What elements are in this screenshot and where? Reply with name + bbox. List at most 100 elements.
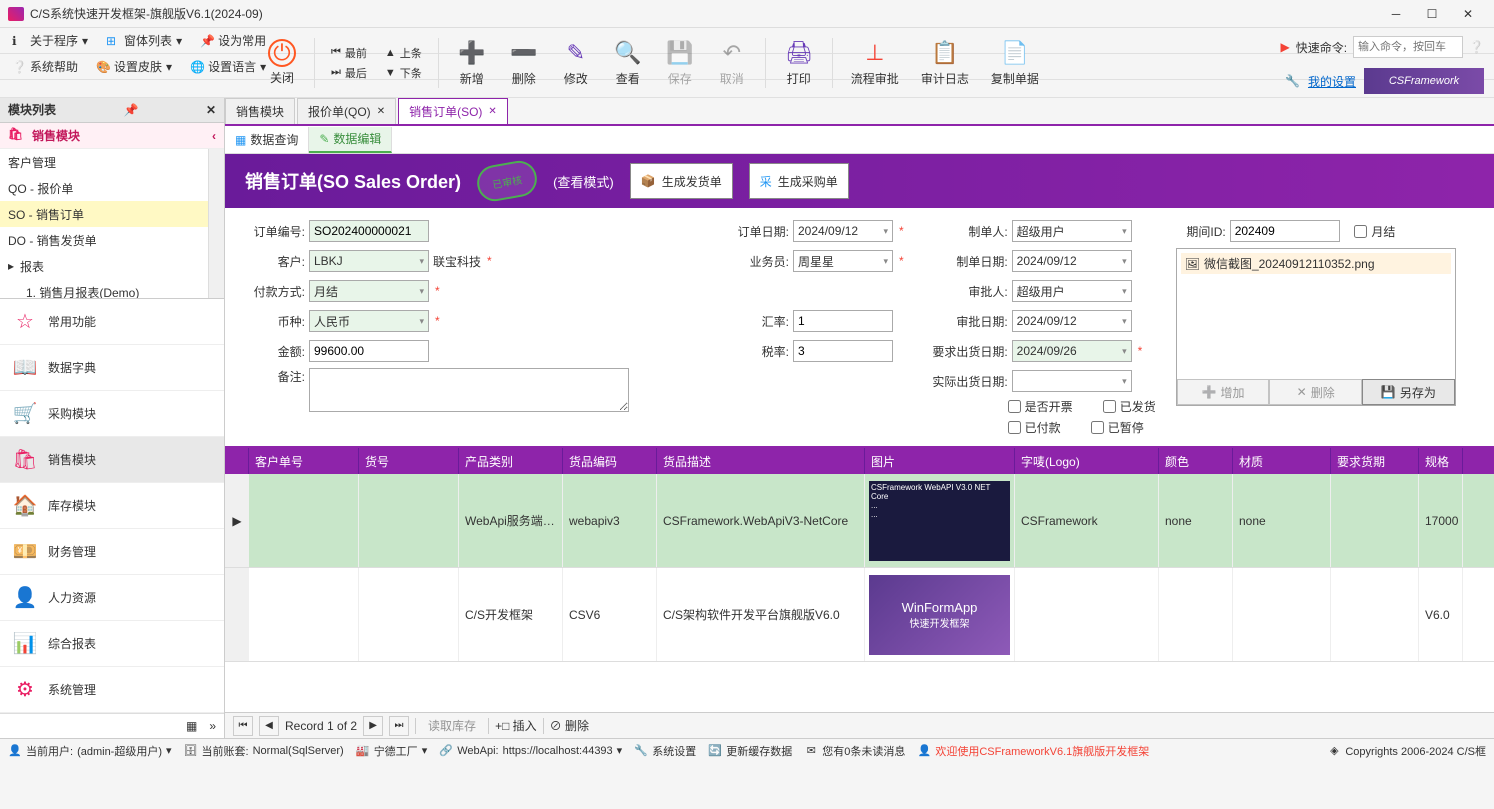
document-tab[interactable]: 报价单(QO)✕ [297, 98, 396, 124]
tree-item[interactable]: 1. 销售月报表(Demo) [0, 279, 224, 299]
nav-next-button[interactable]: ▶ [363, 716, 383, 736]
delete-button[interactable]: ➖删除 [501, 34, 547, 91]
customer-select[interactable]: LBKJ▾ [309, 250, 429, 272]
amount-input[interactable] [309, 340, 429, 362]
chevron-left-icon[interactable]: ‹ [212, 129, 216, 143]
nav-last-button[interactable]: ⏭ [389, 716, 409, 736]
paid-checkbox[interactable]: 已付款 [1008, 419, 1061, 436]
module-button[interactable]: 💴财务管理 [0, 529, 224, 575]
sales-select[interactable]: 周星星▾ [793, 250, 893, 272]
close-icon[interactable]: ✕ [206, 103, 216, 117]
approve-button[interactable]: ⊥流程审批 [843, 34, 907, 91]
module-tree: 客户管理QO - 报价单SO - 销售订单DO - 销售发货单▸ 报表1. 销售… [0, 149, 224, 299]
factory-icon: 🏭 [356, 744, 370, 758]
tree-item[interactable]: ▸ 报表 [0, 253, 224, 279]
module-button[interactable]: 📖数据字典 [0, 345, 224, 391]
tab-close-icon[interactable]: ✕ [377, 106, 385, 117]
youtube-icon[interactable]: ▶ [1280, 40, 1289, 54]
add-button[interactable]: ➕新增 [449, 34, 495, 91]
module-button[interactable]: ⚙系统管理 [0, 667, 224, 713]
prev-record-button[interactable]: ▲ 上条 [385, 45, 422, 61]
read-stock-button[interactable]: 读取库存 [422, 715, 482, 736]
monthly-checkbox[interactable]: 月结 [1354, 223, 1395, 240]
copy-button[interactable]: 📄复制单据 [983, 34, 1047, 91]
attachment-item[interactable]: 🖼微信截图_20240912110352.png [1181, 253, 1451, 274]
nav-prev-button[interactable]: ◀ [259, 716, 279, 736]
nav-first-button[interactable]: ⏮ [233, 716, 253, 736]
order-date-input[interactable]: 2024/09/12▾ [793, 220, 893, 242]
view-button[interactable]: 🔍查看 [605, 34, 651, 91]
order-no-input[interactable] [309, 220, 429, 242]
quickcmd-input[interactable] [1353, 36, 1463, 58]
create-date-input[interactable]: 2024/09/12▾ [1012, 250, 1132, 272]
grid-icon[interactable]: ▦ [186, 719, 197, 733]
last-record-button[interactable]: ⏭ 最后 [331, 65, 367, 81]
paymethod-select[interactable]: 月结▾ [309, 280, 429, 302]
actual-ship-input[interactable]: ▾ [1012, 370, 1132, 392]
tree-item[interactable]: QO - 报价单 [0, 175, 224, 201]
log-icon: 📋 [930, 38, 960, 68]
close-window-button[interactable]: ✕ [1450, 2, 1486, 26]
period-input[interactable] [1230, 220, 1340, 242]
delete-row-button[interactable]: ⊘ 删除 [550, 717, 589, 734]
gen-purchase-button[interactable]: 采生成采购单 [749, 163, 849, 199]
cancel-button[interactable]: ↶取消 [709, 34, 755, 91]
tab-close-icon[interactable]: ✕ [488, 106, 496, 117]
attach-saveas-button[interactable]: 💾 另存为 [1362, 379, 1455, 405]
req-ship-input[interactable]: 2024/09/26▾ [1012, 340, 1132, 362]
gear-icon: ⚙ [12, 677, 38, 703]
module-button[interactable]: 📊综合报表 [0, 621, 224, 667]
audit-button[interactable]: 📋审计日志 [913, 34, 977, 91]
tree-item[interactable]: DO - 销售发货单 [0, 227, 224, 253]
module-button[interactable]: 🛍销售模块 [0, 437, 224, 483]
first-record-button[interactable]: ⏮ 最前 [331, 45, 367, 61]
tree-item[interactable]: SO - 销售订单 [0, 201, 224, 227]
active-module-header[interactable]: 🛍 销售模块 ‹ [0, 123, 224, 150]
document-tab[interactable]: 销售模块 [225, 98, 295, 124]
currency-select[interactable]: 人民币▾ [309, 310, 429, 332]
person-icon: 👤 [12, 585, 38, 611]
insert-row-button[interactable]: +□ 插入 [495, 717, 537, 734]
subtab-edit[interactable]: ✎数据编辑 [309, 127, 392, 153]
close-button[interactable]: ⏻关闭 [260, 35, 304, 90]
factory-selector[interactable]: 🏭宁德工厂▾ [356, 743, 428, 759]
attachment-box: 🖼微信截图_20240912110352.png ➕ 增加 ✕ 删除 💾 另存为 [1176, 248, 1456, 406]
tree-scrollbar[interactable] [208, 149, 224, 298]
approver-select[interactable]: 超级用户▾ [1012, 280, 1132, 302]
messages-button[interactable]: ✉您有0条未读消息 [804, 743, 905, 759]
titlebar: C/S系统快速开发框架-旗舰版V6.1(2024-09) ─ ☐ ✕ [0, 0, 1494, 28]
pin-icon[interactable]: 📌 [124, 103, 139, 117]
tree-item[interactable]: 客户管理 [0, 149, 224, 175]
approve-date-input[interactable]: 2024/09/12▾ [1012, 310, 1132, 332]
grid-icon: ▦ [235, 133, 246, 147]
main-toolbar: ⏻关闭 ⏮ 最前 ⏭ 最后 ▲ 上条 ▼ 下条 ➕新增 ➖删除 ✎修改 🔍查看 … [0, 28, 1494, 98]
my-settings-link[interactable]: 我的设置 [1308, 73, 1356, 90]
module-button[interactable]: 👤人力资源 [0, 575, 224, 621]
attach-add-button[interactable]: ➕ 增加 [1177, 379, 1270, 405]
print-button[interactable]: 🖨打印 [776, 34, 822, 91]
module-button[interactable]: 🏠库存模块 [0, 483, 224, 529]
tax-input[interactable] [793, 340, 893, 362]
minimize-button[interactable]: ─ [1378, 2, 1414, 26]
paused-checkbox[interactable]: 已暂停 [1091, 419, 1144, 436]
sys-settings-button[interactable]: 🔧系统设置 [634, 743, 696, 759]
attach-delete-button[interactable]: ✕ 删除 [1269, 379, 1362, 405]
creator-select[interactable]: 超级用户▾ [1012, 220, 1132, 242]
invoice-checkbox[interactable]: 是否开票 [1008, 398, 1073, 415]
gen-delivery-button[interactable]: 📦生成发货单 [630, 163, 733, 199]
document-tab[interactable]: 销售订单(SO)✕ [398, 98, 508, 124]
grid-row[interactable]: C/S开发框架CSV6C/S架构软件开发平台旗舰版V6.0WinFormApp快… [225, 568, 1494, 662]
subtab-query[interactable]: ▦数据查询 [225, 127, 309, 153]
rate-input[interactable] [793, 310, 893, 332]
next-record-button[interactable]: ▼ 下条 [385, 65, 422, 81]
module-button[interactable]: ☆常用功能 [0, 299, 224, 345]
arrow-icon[interactable]: » [209, 719, 216, 733]
save-button[interactable]: 💾保存 [657, 34, 703, 91]
help-icon[interactable]: ❔ [1469, 40, 1484, 54]
refresh-cache-button[interactable]: 🔄更新缓存数据 [708, 743, 792, 759]
shipped-checkbox[interactable]: 已发货 [1103, 398, 1156, 415]
modify-button[interactable]: ✎修改 [553, 34, 599, 91]
grid-row[interactable]: ▶WebApi服务端…webapiv3CSFramework.WebApiV3-… [225, 474, 1494, 568]
maximize-button[interactable]: ☐ [1414, 2, 1450, 26]
module-button[interactable]: 🛒采购模块 [0, 391, 224, 437]
